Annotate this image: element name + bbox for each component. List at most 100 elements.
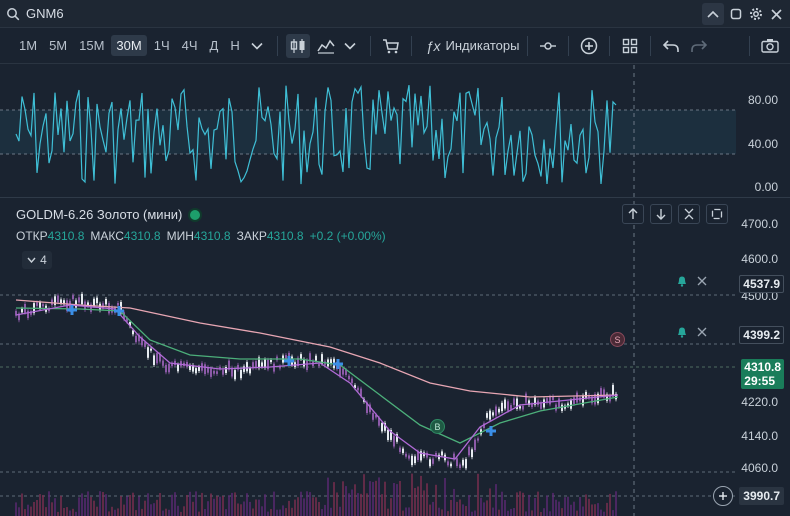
volume-bar [573,501,575,516]
volume-bar [252,508,254,516]
volume-bar [342,481,344,516]
chevron-up-icon[interactable] [702,3,724,25]
timeframe-30m[interactable]: 30М [111,35,147,56]
candle-body [507,401,509,411]
indicators-button[interactable]: ƒx Индикаторы [426,38,520,54]
volume-bar [231,492,233,516]
close-icon[interactable] [694,324,710,340]
volume-bar [177,505,179,516]
volume-bar [435,484,437,516]
alert-price-tag-1[interactable]: 4537.9 [739,275,784,293]
timeframe-1h[interactable]: 1Ч [149,35,175,56]
ohlc-legend: ОТКР4310.8 МАКС4310.8 МИН4310.8 ЗАКР4310… [16,229,386,243]
volume-bar [579,497,581,516]
timeframe-4h[interactable]: 4Ч [177,35,203,56]
candle-body [204,364,206,375]
move-pane-down-button[interactable] [650,204,672,224]
redo-icon[interactable] [687,34,711,58]
volume-bar [456,501,458,516]
volume-bar [540,512,542,516]
volume-bar [297,497,299,516]
volume-bar [477,473,479,516]
maximize-pane-button[interactable] [706,204,728,224]
add-circle-icon[interactable] [577,34,601,58]
volume-bar [615,491,617,516]
volume-bar [549,511,551,516]
layout-grid-icon[interactable] [618,34,642,58]
volume-bar [180,511,182,516]
volume-bar [165,508,167,516]
candles-icon[interactable] [285,33,310,58]
volume-bar [321,509,323,516]
volume-bar [69,510,71,516]
timeframe-5m[interactable]: 5М [44,35,72,56]
area-chart-icon[interactable] [314,34,338,58]
chevron-down-icon [27,257,36,263]
crosshair-line-icon[interactable] [536,34,560,58]
collapse-pane-button[interactable] [678,204,700,224]
candle-body [495,406,497,416]
candle-body [249,368,251,374]
undo-icon[interactable] [659,34,683,58]
volume-bar [249,501,251,516]
candle-body [57,295,59,303]
candle-body [405,453,407,457]
search-icon[interactable] [6,7,20,21]
add-order-button[interactable] [713,486,733,506]
toolbar-divider [369,35,371,56]
move-pane-up-button[interactable] [622,204,644,224]
candle-body [300,354,302,359]
chevron-down-icon[interactable] [245,34,269,58]
legend-collapse-button[interactable]: 4 [22,251,52,269]
volume-bar [216,495,218,516]
volume-bar [72,508,74,516]
candle-body [573,397,575,404]
camera-icon[interactable] [758,34,782,58]
chart-area[interactable]: 80.00 40.00 0.00 GOLDM-6.26 Золото (мини… [0,65,790,516]
candle-body [489,410,491,420]
alert-price-tag-2[interactable]: 4399.2 [739,326,784,344]
moving-average-fast [15,304,619,460]
timeframe-1m[interactable]: 1М [14,35,42,56]
candle-body [306,360,308,370]
volume-bar [105,494,107,516]
volume-bar [96,506,98,516]
gear-icon[interactable] [748,6,764,22]
volume-bar [384,481,386,516]
volume-bar [54,498,56,516]
volume-bar [417,486,419,516]
timeframe-week[interactable]: Н [225,35,244,56]
volume-bar [525,511,527,516]
close-icon[interactable] [768,6,784,22]
candle-body [561,404,563,411]
instrument-legend[interactable]: GOLDM-6.26 Золото (мини) [16,207,201,222]
volume-bar [468,495,470,516]
close-icon[interactable] [694,273,710,289]
symbol-search-bar[interactable]: GNM6 [0,0,790,28]
volume-bar [126,496,128,516]
square-icon[interactable] [728,6,744,22]
volume-bar [213,498,215,516]
cart-icon[interactable] [379,34,403,58]
volume-bar [567,496,569,516]
candle-body [357,387,359,391]
candle-body [459,464,461,468]
sell-signal-marker[interactable]: S [610,332,625,347]
bell-icon[interactable] [674,273,690,289]
volume-bar [327,477,329,516]
volume-bar [555,499,557,516]
volume-bar [51,502,53,516]
timeframe-15m[interactable]: 15М [74,35,109,56]
volume-bar [300,491,302,516]
volume-bar [285,508,287,516]
pane-divider[interactable] [0,197,790,198]
bell-icon[interactable] [674,324,690,340]
volume-bar [168,509,170,516]
timeframe-day[interactable]: Д [205,35,224,56]
volume-bar [150,504,152,516]
symbol-name[interactable]: GNM6 [26,6,64,21]
chart-canvas[interactable] [0,65,790,516]
buy-signal-marker[interactable]: B [430,419,445,434]
volume-bar [381,494,383,516]
chevron-down-icon[interactable] [338,34,362,58]
